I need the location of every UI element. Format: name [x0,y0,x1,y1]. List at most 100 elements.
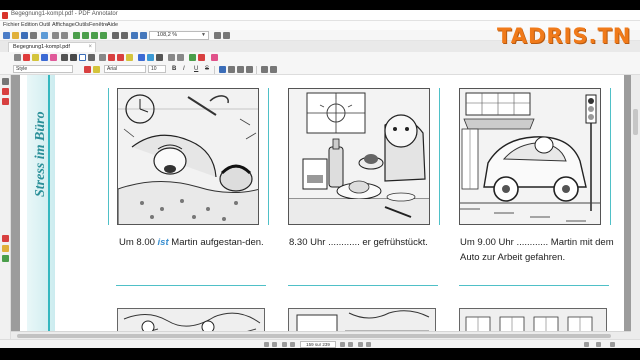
vertical-scroll-thumb[interactable] [633,109,638,135]
menu-view[interactable]: Affichage [52,22,75,28]
caption-2: 8.30 Uhr ............ er gefrühstückt. [289,237,428,248]
style-select[interactable]: Style [13,65,73,73]
menu-tools[interactable]: Outils [75,22,89,28]
attach-icon[interactable] [147,54,154,61]
tab-document[interactable]: Begegnung1-kompl.pdf × [8,42,96,52]
separator [256,66,257,74]
fit-page-icon[interactable] [112,32,119,39]
font-size-select[interactable]: 10 [148,65,166,73]
tools-panel-icon[interactable] [2,255,9,262]
align-right-icon[interactable] [237,66,244,73]
zoom-value: 108,2 % [157,32,178,38]
font-family-select[interactable]: Arial [104,65,146,73]
letterbox-bottom [0,348,640,360]
pages-panel-icon[interactable] [2,78,9,85]
next-page-icon[interactable] [340,342,345,347]
font-name: Arial [107,66,118,72]
last-page-icon[interactable] [348,342,353,347]
favorites-icon[interactable] [2,235,9,242]
last-page-icon[interactable] [100,32,107,39]
hand-tool-icon[interactable] [214,32,221,39]
heart-icon[interactable] [211,54,218,61]
horizontal-scroll-thumb[interactable] [17,334,611,338]
list-icon[interactable] [261,66,268,73]
separator [214,66,215,74]
zoom-out-icon[interactable] [131,32,138,39]
undo-icon[interactable] [52,32,59,39]
menu-file[interactable]: Fichier [3,22,20,28]
check-icon[interactable] [189,54,196,61]
zoom-select[interactable]: 108,2 % ▼ [149,31,209,40]
pdf-annotator-window: Begegnung1-kompl.pdf - PDF Annotator Fic… [0,10,640,348]
annotations-panel-icon[interactable] [2,98,9,105]
new-icon[interactable] [3,32,10,39]
back-icon[interactable] [282,342,287,347]
rectangle-tool-icon[interactable] [70,54,77,61]
print-icon[interactable] [30,32,37,39]
next-page-icon[interactable] [91,32,98,39]
menu-window[interactable]: Fenêtre [89,22,108,28]
insert-page-icon[interactable] [168,54,175,61]
cross-icon[interactable] [198,54,205,61]
style-label: Style [16,66,28,72]
align-justify-icon[interactable] [246,66,253,73]
link-icon[interactable] [138,54,145,61]
italic-button[interactable]: I [183,66,185,72]
email-icon[interactable] [41,32,48,39]
document-viewport[interactable]: Stress im Büro Um 8.00 ist Martin aufges… [11,75,631,339]
text-color-icon[interactable] [84,66,91,73]
zoom-slider-icon[interactable] [596,342,601,347]
underline-button[interactable]: U [194,66,198,72]
notes-icon[interactable] [2,245,9,252]
chevron-down-icon: ▼ [201,32,206,38]
bookmarks-panel-icon[interactable] [2,88,9,95]
first-page-icon[interactable] [264,342,269,347]
menu-edit[interactable]: Edition [21,22,38,28]
eraser-icon[interactable] [50,54,57,61]
bold-button[interactable]: B [172,66,176,72]
strike-button[interactable]: S [205,66,209,72]
prev-page-icon[interactable] [272,342,277,347]
highlighter-icon[interactable] [32,54,39,61]
color-picker-icon[interactable] [117,54,124,61]
zoom-in-icon[interactable] [140,32,147,39]
marker-icon[interactable] [41,54,48,61]
color-red-icon[interactable] [108,54,115,61]
numbered-list-icon[interactable] [270,66,277,73]
fit-width-icon[interactable] [121,32,128,39]
align-center-icon[interactable] [228,66,235,73]
caption-1-verb: ist [157,237,169,248]
zoom-out-icon[interactable] [584,342,589,347]
first-page-icon[interactable] [73,32,80,39]
caption-3: Um 9.00 Uhr ............ Martin mit dem … [460,237,614,263]
open-icon[interactable] [12,32,19,39]
crop-icon[interactable] [156,54,163,61]
text-box-icon[interactable] [79,54,86,61]
arrow-tool-icon[interactable] [14,54,21,61]
ruler-icon[interactable] [99,54,106,61]
single-page-icon[interactable] [358,342,363,347]
line-tool-icon[interactable] [61,54,68,61]
chapter-title: Stress im Büro [33,111,48,197]
select-tool-icon[interactable] [223,32,230,39]
save-icon[interactable] [21,32,28,39]
stamp-icon[interactable] [88,54,95,61]
redo-icon[interactable] [61,32,68,39]
pen-tool-icon[interactable] [23,54,30,61]
menu-help[interactable]: Aide [107,22,118,28]
vertical-scrollbar[interactable] [631,75,640,339]
horizontal-scrollbar[interactable] [11,331,631,339]
zoom-in-icon[interactable] [610,342,615,347]
two-page-icon[interactable] [366,342,371,347]
close-icon[interactable]: × [88,43,92,52]
prev-page-icon[interactable] [82,32,89,39]
fill-color-icon[interactable] [93,66,100,73]
annotation-toolbar [0,52,640,64]
page-number-field[interactable]: 159 sur 239 [300,341,336,348]
rotate-icon[interactable] [177,54,184,61]
align-left-icon[interactable] [219,66,226,73]
color-yellow-icon[interactable] [126,54,133,61]
row-divider [288,285,438,286]
menu-tool[interactable]: Outil [39,22,50,28]
forward-icon[interactable] [290,342,295,347]
